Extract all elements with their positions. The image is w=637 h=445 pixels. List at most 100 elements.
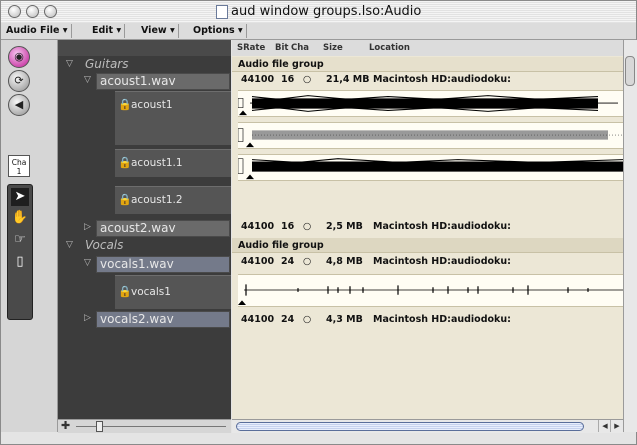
disclosure-open-icon[interactable]: ▽ (66, 59, 73, 69)
scroll-thumb[interactable] (625, 56, 635, 86)
region-name: acoust1.2 (131, 194, 183, 206)
lock-icon: 🔒 (118, 285, 132, 298)
location-value: Macintosh HD:audiodoku: (373, 221, 511, 232)
tool-palette: ➤ ✋ ☞ ▯ (7, 184, 33, 320)
region-row-acoust1-1[interactable]: 🔒 acoust1.1 (115, 149, 231, 177)
file-row-vocals2[interactable]: ▷ vocals2.wav (58, 310, 231, 328)
menu-view[interactable]: View ▾ (138, 24, 179, 38)
hand-icon[interactable]: ✋ (11, 209, 29, 227)
channel-value: ○ (303, 314, 312, 325)
srate-value: 44100 (241, 314, 275, 325)
window-title: aud window groups.lso:Audio (231, 4, 422, 19)
region-name: acoust1 (131, 99, 173, 111)
group-header: Audio file group (232, 238, 623, 253)
slider-knob[interactable] (96, 421, 103, 432)
waveform-acoust1-1[interactable] (238, 122, 623, 149)
file-info-row-acoust1[interactable]: 44100 16 ○ 21,4 MB Macintosh HD:audiodok… (232, 72, 623, 88)
loop-icon[interactable]: ⟳ (8, 70, 30, 92)
size-value: 21,4 MB (326, 74, 370, 85)
srate-value: 44100 (241, 256, 275, 267)
local-menu-bar: Audio File ▾ Edit ▾ View ▾ Options ▾ (1, 23, 636, 40)
file-name: vocals2.wav (96, 311, 230, 328)
region-row-acoust1[interactable]: 🔒 acoust1 (115, 91, 231, 119)
channel-box[interactable]: Cha 1 (8, 155, 30, 177)
pointer-icon[interactable]: ➤ (11, 188, 29, 206)
file-name: vocals1.wav (96, 256, 230, 273)
channel-value: ○ (303, 74, 312, 85)
waveform-vocals1[interactable] (238, 274, 623, 307)
record-icon[interactable]: ◉ (8, 46, 30, 68)
audio-window: aud window groups.lso:Audio Audio File ▾… (0, 0, 637, 445)
minimize-button[interactable] (26, 5, 39, 18)
channel-value: ○ (303, 221, 312, 232)
size-value: 4,8 MB (326, 256, 363, 267)
file-row-acoust2[interactable]: ▷ acoust2.wav (58, 219, 231, 237)
eraser-icon[interactable]: ▯ (11, 253, 29, 271)
zoom-icon: ✚ (61, 419, 71, 432)
col-location[interactable]: Location (369, 43, 410, 53)
disclosure-closed-icon[interactable]: ▷ (84, 222, 91, 232)
location-value: Macintosh HD:audiodoku: (373, 314, 511, 325)
bit-value: 24 (281, 256, 295, 267)
col-srate[interactable]: SRate (237, 43, 265, 53)
file-tree: ▽ Guitars ▽ acoust1.wav 🔒 acoust1 🔒 acou… (58, 56, 231, 419)
waveform-acoust1-2[interactable] (238, 154, 623, 181)
zoom-button[interactable] (44, 5, 57, 18)
group-row-vocals[interactable]: ▽ Vocals (58, 238, 231, 253)
file-name: acoust1.wav (96, 73, 230, 90)
region-row-vocals1[interactable]: 🔒 vocals1 (115, 275, 231, 309)
col-cha[interactable]: Cha (291, 43, 309, 53)
close-button[interactable] (8, 5, 21, 18)
region-name: acoust1.1 (131, 157, 183, 169)
disclosure-open-icon[interactable]: ▽ (66, 240, 73, 250)
disclosure-open-icon[interactable]: ▽ (84, 258, 91, 268)
group-row-guitars[interactable]: ▽ Guitars (58, 57, 231, 72)
title-bar[interactable]: aud window groups.lso:Audio (1, 1, 636, 24)
file-info-row-vocals1[interactable]: 44100 24 ○ 4,8 MB Macintosh HD:audiodoku… (232, 254, 623, 270)
menu-audio-file[interactable]: Audio File ▾ (3, 24, 72, 38)
col-size[interactable]: Size (323, 43, 343, 53)
region-name: vocals1 (131, 286, 171, 298)
group-label: Guitars (85, 57, 129, 71)
finger-icon[interactable]: ☞ (11, 231, 29, 249)
file-row-vocals1[interactable]: ▽ vocals1.wav (58, 255, 231, 273)
speaker-icon[interactable]: ◀ (8, 94, 30, 116)
waveform-acoust1[interactable] (238, 90, 623, 117)
zoom-slider[interactable]: ✚ (58, 419, 231, 433)
channel-label: Cha (11, 158, 27, 167)
lock-icon: 🔒 (118, 98, 132, 111)
disclosure-open-icon[interactable]: ▽ (84, 75, 91, 85)
channel-value: ○ (303, 256, 312, 267)
location-value: Macintosh HD:audiodoku: (373, 256, 511, 267)
scroll-thumb[interactable] (236, 422, 584, 431)
channel-value: 1 (16, 167, 22, 176)
region-row[interactable] (115, 117, 231, 145)
lock-icon: 🔒 (118, 193, 132, 206)
size-value: 2,5 MB (326, 221, 363, 232)
bit-value: 16 (281, 74, 295, 85)
tool-strip: ◉ ⟳ ◀ Cha 1 ➤ ✋ ☞ ▯ (1, 40, 58, 432)
col-bit[interactable]: Bit (275, 43, 288, 53)
group-header: Audio file group (232, 57, 623, 72)
vertical-scrollbar[interactable] (623, 40, 637, 432)
disclosure-closed-icon[interactable]: ▷ (84, 313, 91, 323)
srate-value: 44100 (241, 221, 275, 232)
region-row-acoust1-2[interactable]: 🔒 acoust1.2 (115, 186, 231, 214)
tree-header (58, 40, 231, 56)
srate-value: 44100 (241, 74, 275, 85)
document-icon (216, 5, 228, 19)
lock-icon: 🔒 (118, 156, 132, 169)
horizontal-scrollbar[interactable]: ◀ ▶ (232, 419, 623, 433)
file-list: Audio file group 44100 16 ○ 21,4 MB Maci… (232, 56, 623, 419)
file-name: acoust2.wav (96, 220, 230, 237)
file-row-acoust1[interactable]: ▽ acoust1.wav (58, 72, 231, 90)
column-header: SRate Bit Cha Size Location (232, 40, 623, 57)
menu-options[interactable]: Options ▾ (190, 24, 247, 38)
bit-value: 24 (281, 314, 295, 325)
menu-edit[interactable]: Edit ▾ (89, 24, 126, 38)
size-value: 4,3 MB (326, 314, 363, 325)
file-info-row-vocals2[interactable]: 44100 24 ○ 4,3 MB Macintosh HD:audiodoku… (232, 312, 623, 328)
scroll-right-icon[interactable]: ▶ (610, 420, 623, 432)
file-info-row-acoust2[interactable]: 44100 16 ○ 2,5 MB Macintosh HD:audiodoku… (232, 219, 623, 235)
location-value: Macintosh HD:audiodoku: (373, 74, 511, 85)
